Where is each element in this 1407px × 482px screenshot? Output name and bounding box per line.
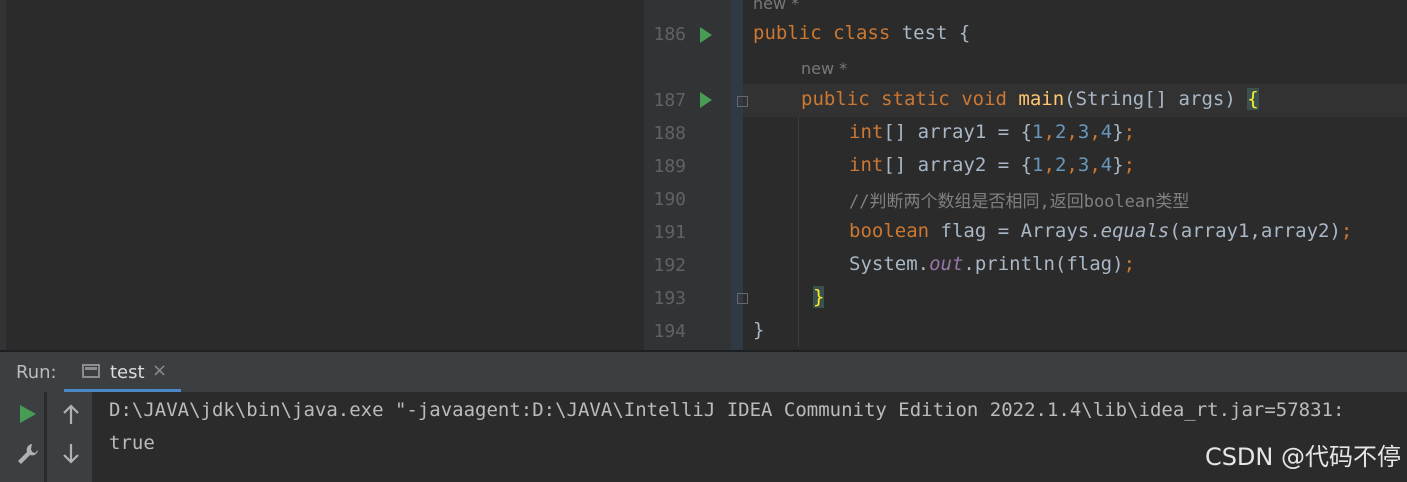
code-line-189: int[] array2 = {1,2,3,4}; (849, 154, 1136, 176)
semicolon: ; (1340, 220, 1353, 242)
line-number: 189 (653, 156, 686, 177)
inlay-hint[interactable]: new * (753, 0, 799, 13)
code-text: } (1112, 154, 1124, 176)
semicolon: ; (1123, 253, 1136, 275)
number: 3 (1077, 121, 1090, 143)
run-tool-column (0, 392, 44, 482)
line-number: 194 (653, 321, 686, 342)
line-number: 186 (653, 24, 686, 45)
line-number: 191 (653, 222, 686, 243)
number: 2 (1054, 154, 1067, 176)
keyword: int (849, 154, 884, 176)
indent-guide (798, 117, 799, 347)
run-icon[interactable] (18, 404, 38, 424)
code-line-188: int[] array1 = {1,2,3,4}; (849, 121, 1136, 143)
static-field: out (929, 253, 964, 275)
code-text: [] array1 = { (883, 121, 1033, 143)
static-method: equals (1100, 220, 1170, 242)
line-number: 187 (653, 90, 686, 111)
project-panel (0, 0, 644, 350)
fold-icon[interactable] (737, 293, 748, 304)
inlay-hint[interactable]: new * (801, 59, 847, 78)
console-line: D:\JAVA\jdk\bin\java.exe "-javaagent:D:\… (109, 399, 1345, 421)
run-main-icon[interactable] (700, 92, 712, 108)
keyword: int (849, 121, 884, 143)
run-tab-test[interactable]: test × (64, 352, 181, 392)
scroll-tool-column (46, 392, 93, 482)
code-line-192: System.out.println(flag); (849, 253, 1135, 275)
arrow-down-icon[interactable] (61, 442, 81, 464)
run-label: Run: (16, 362, 57, 383)
matched-brace: } (813, 286, 825, 308)
code-line-193: } (813, 286, 825, 308)
keyword: class (833, 22, 891, 44)
code-text: } (1112, 121, 1124, 143)
code-text: } (753, 319, 765, 341)
matched-brace: { (1247, 88, 1259, 110)
run-class-icon[interactable] (700, 27, 712, 43)
tool-window-strip (0, 0, 6, 350)
code-text: [] array2 = { (883, 154, 1033, 176)
keyword: boolean (849, 220, 930, 242)
line-number: 188 (653, 123, 686, 144)
keyword: void (961, 88, 1007, 110)
code-text: .println(flag) (963, 253, 1124, 275)
number: 2 (1054, 121, 1067, 143)
number: 1 (1032, 121, 1044, 143)
run-toolbar: Run: test × (0, 352, 1407, 392)
number: 4 (1100, 121, 1113, 143)
number: 1 (1032, 154, 1044, 176)
code-text: flag = Arrays. (929, 220, 1101, 242)
code-line-194: } (753, 319, 764, 341)
code-text: System. (849, 253, 930, 275)
number: 3 (1077, 154, 1090, 176)
semicolon: ; (1123, 154, 1136, 176)
semicolon: ; (1123, 121, 1136, 143)
code-text: (array1,array2) (1169, 220, 1341, 242)
method-name: main (1018, 88, 1065, 110)
tab-label: test (110, 362, 145, 383)
wrench-icon[interactable] (16, 442, 40, 466)
code-comment: //判断两个数组是否相同,返回boolean类型 (849, 192, 1190, 212)
line-number: 192 (653, 255, 686, 276)
fold-icon[interactable] (737, 96, 748, 107)
keyword: public (801, 88, 870, 110)
line-number: 190 (653, 189, 686, 210)
console-icon (82, 364, 100, 378)
watermark: CSDN @代码不停 (1204, 443, 1401, 471)
number: 4 (1100, 154, 1113, 176)
keyword: static (881, 88, 950, 110)
code-text: test { (890, 22, 971, 44)
console-line: true (109, 432, 155, 454)
keyword: public (753, 22, 822, 44)
code-text: (String[] args) (1064, 88, 1248, 110)
arrow-up-icon[interactable] (61, 404, 81, 426)
close-icon[interactable]: × (152, 360, 167, 381)
line-number: 193 (653, 288, 686, 309)
code-line-187: public static void main(String[] args) { (801, 88, 1259, 110)
code-line-186: public class test { (753, 22, 970, 44)
code-line-191: boolean flag = Arrays.equals(array1,arra… (849, 220, 1352, 242)
